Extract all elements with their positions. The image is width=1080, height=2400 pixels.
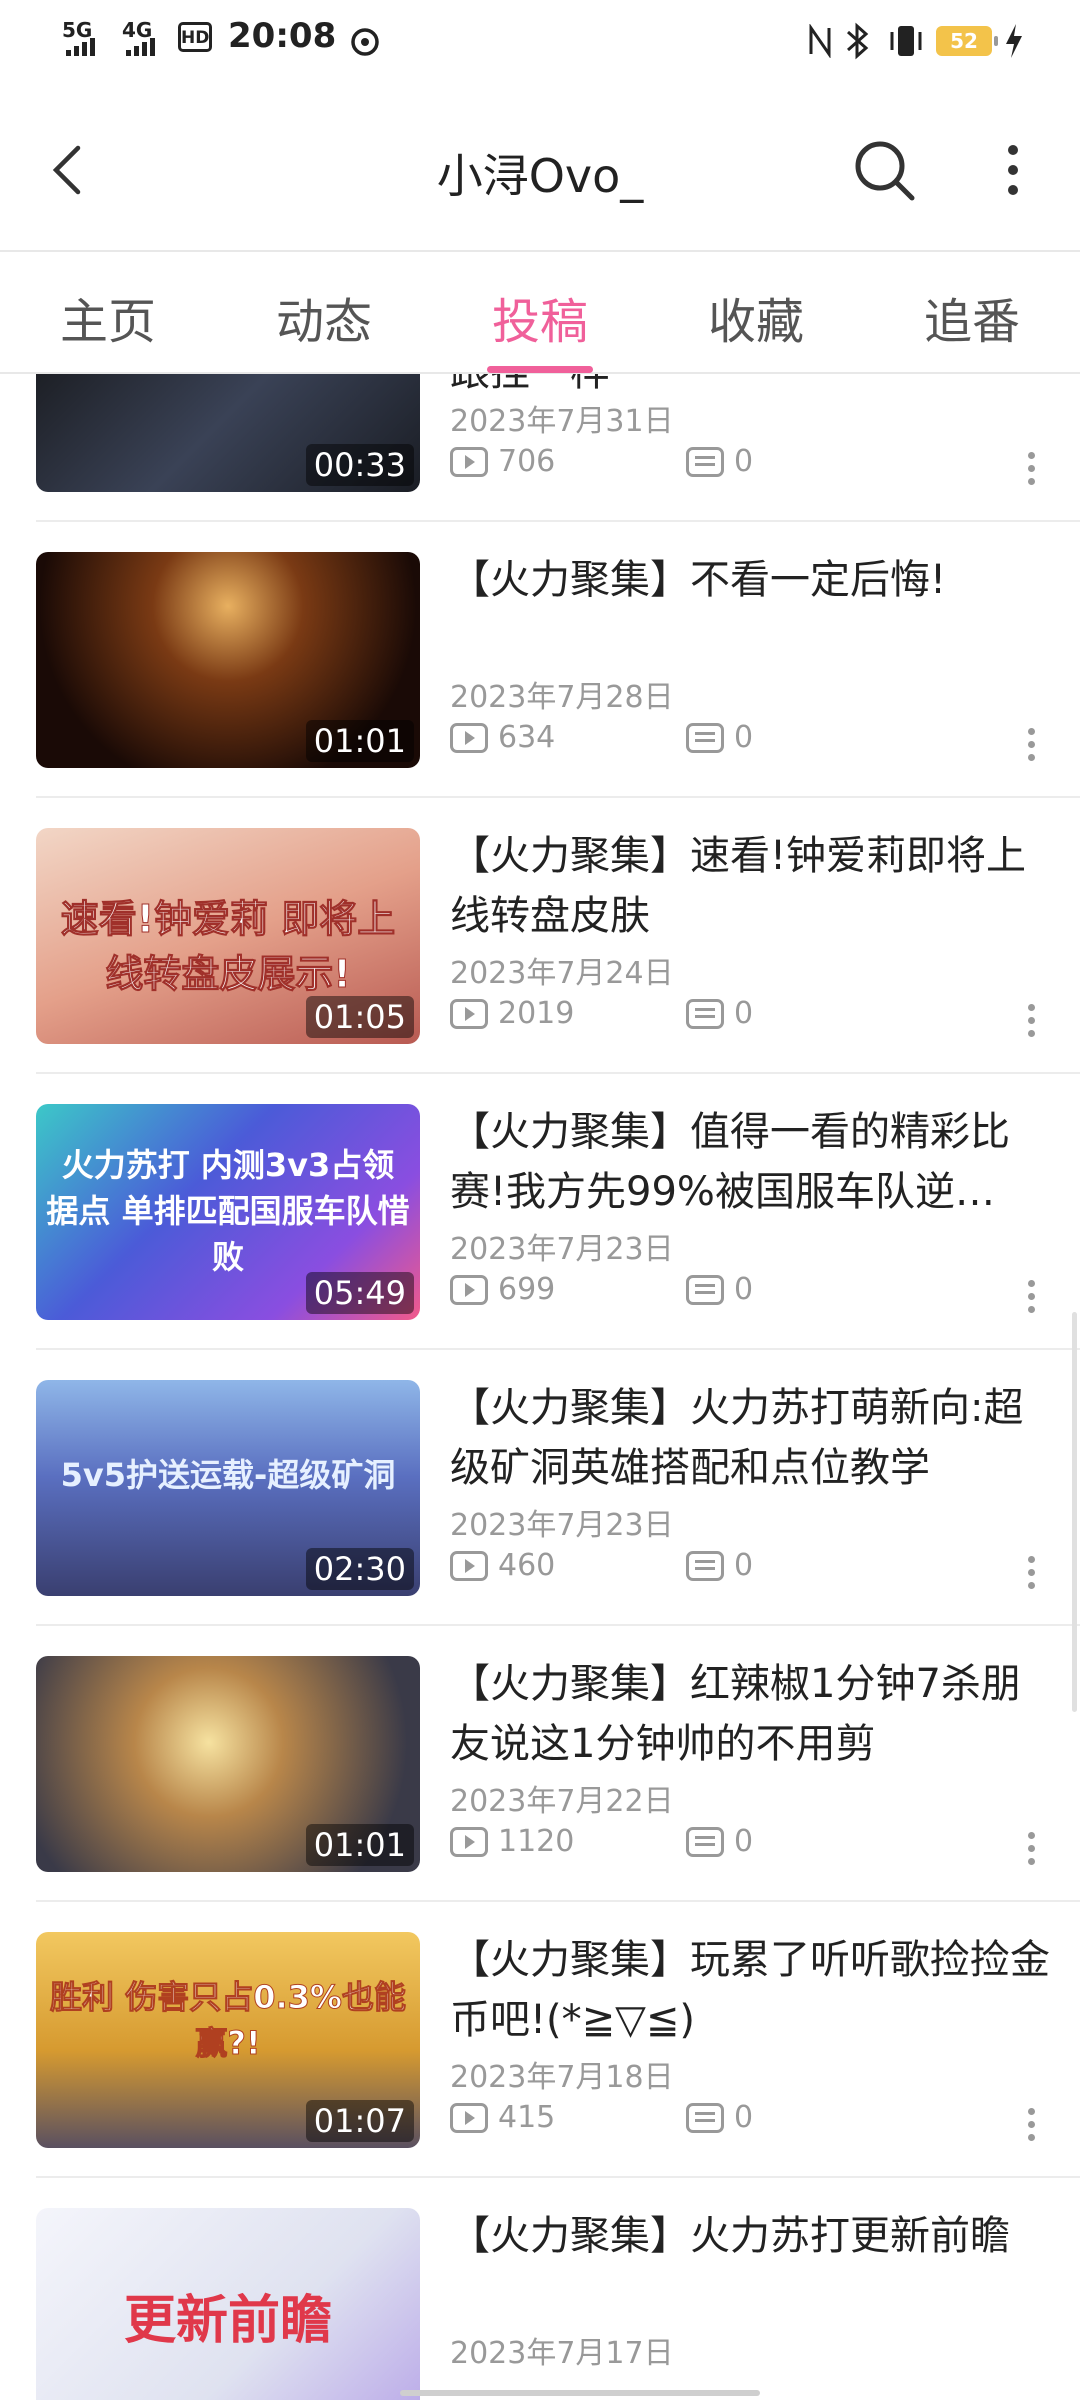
video-duration: 01:01 [305, 720, 414, 762]
list-item[interactable]: 速看!钟爱莉 即将上线转盘皮展示! 01:05 【火力聚集】速看!钟爱莉即将上线… [0, 798, 1080, 1074]
status-time: 20:08 [228, 16, 337, 56]
charging-icon [1006, 24, 1022, 58]
video-date: 2023年7月28日 [450, 680, 674, 715]
comment-count-icon [686, 1550, 724, 1581]
video-thumbnail[interactable]: 00:33 [36, 374, 420, 492]
bluetooth-icon [847, 22, 869, 60]
signal-bars-icon [126, 38, 155, 56]
list-item[interactable]: 00:33 跟挂一样 2023年7月31日 706 0 [0, 374, 1080, 522]
view-count: 460 [498, 1548, 556, 1583]
battery-indicator: 52 [936, 26, 998, 56]
tab-favorites[interactable]: 收藏 [676, 282, 836, 352]
video-date: 2023年7月23日 [450, 1232, 674, 1267]
video-duration: 05:49 [305, 1272, 414, 1314]
home-indicator[interactable] [400, 2390, 760, 2396]
search-icon[interactable] [850, 136, 920, 206]
item-more-icon[interactable] [1028, 728, 1036, 764]
video-title[interactable]: 【火力聚集】玩累了听听歌捡捡金币吧!(*≧▽≦) [450, 1930, 1050, 2050]
play-count-icon [450, 1826, 488, 1857]
comment-count: 0 [734, 1548, 754, 1583]
comment-count-icon [686, 1826, 724, 1857]
video-date: 2023年7月31日 [450, 404, 674, 439]
play-count-icon [450, 446, 488, 477]
tab-anime-follow[interactable]: 追番 [892, 282, 1052, 352]
comment-count: 0 [734, 720, 754, 755]
active-tab-indicator [487, 366, 593, 373]
sync-icon [351, 28, 379, 56]
video-date: 2023年7月23日 [450, 1508, 674, 1543]
play-count-icon [450, 998, 488, 1029]
tab-submissions[interactable]: 投稿 [460, 282, 620, 352]
top-app-bar: 小浔Ovo_ [0, 84, 1080, 252]
video-date: 2023年7月24日 [450, 956, 674, 991]
video-duration: 01:01 [305, 1824, 414, 1866]
hd-voice-icon: HD [178, 22, 212, 52]
video-thumbnail[interactable]: 更新前瞻 [36, 2208, 420, 2400]
video-title[interactable]: 【火力聚集】火力苏打萌新向:超级矿洞英雄搭配和点位教学 [450, 1378, 1050, 1498]
comment-count: 0 [734, 1272, 754, 1307]
item-more-icon[interactable] [1028, 1004, 1036, 1040]
comment-count-icon [686, 998, 724, 1029]
list-item[interactable]: 01:01 【火力聚集】不看一定后悔! 2023年7月28日 634 0 [0, 522, 1080, 798]
tab-home[interactable]: 主页 [28, 282, 188, 352]
comment-count: 0 [734, 996, 754, 1031]
video-date: 2023年7月22日 [450, 1784, 674, 1819]
view-count: 415 [498, 2100, 556, 2135]
play-count-icon [450, 1550, 488, 1581]
video-duration: 01:05 [305, 996, 414, 1038]
video-thumbnail[interactable]: 01:01 [36, 552, 420, 768]
video-thumbnail[interactable]: 01:01 [36, 1656, 420, 1872]
list-item[interactable]: 更新前瞻 【火力聚集】火力苏打更新前瞻 2023年7月17日 [0, 2178, 1080, 2400]
item-more-icon[interactable] [1028, 1280, 1036, 1316]
scrollbar[interactable] [1072, 1312, 1077, 1712]
video-duration: 01:07 [305, 2100, 414, 2142]
list-item[interactable]: 胜利 伤害只占0.3%也能赢?! 01:07 【火力聚集】玩累了听听歌捡捡金币吧… [0, 1902, 1080, 2178]
video-duration: 02:30 [305, 1548, 414, 1590]
vibrate-icon [890, 26, 922, 56]
view-count: 699 [498, 1272, 556, 1307]
item-more-icon[interactable] [1028, 452, 1036, 488]
comment-count-icon [686, 446, 724, 477]
video-thumbnail[interactable]: 速看!钟爱莉 即将上线转盘皮展示! 01:05 [36, 828, 420, 1044]
item-more-icon[interactable] [1028, 2108, 1036, 2144]
comment-count-icon [686, 722, 724, 753]
video-title[interactable]: 【火力聚集】红辣椒1分钟7杀朋友说这1分钟帅的不用剪 [450, 1654, 1050, 1774]
comment-count: 0 [734, 2100, 754, 2135]
status-bar: 5G 4G HD 20:08 52 [0, 0, 1080, 84]
video-title[interactable]: 【火力聚集】不看一定后悔! [450, 550, 1050, 670]
more-vertical-icon[interactable] [998, 140, 1028, 200]
comment-count: 0 [734, 444, 754, 479]
nfc-icon [809, 24, 831, 58]
video-title[interactable]: 【火力聚集】速看!钟爱莉即将上线转盘皮肤 [450, 826, 1050, 946]
list-item[interactable]: 5v5护送运载-超级矿洞 02:30 【火力聚集】火力苏打萌新向:超级矿洞英雄搭… [0, 1350, 1080, 1626]
play-count-icon [450, 1274, 488, 1305]
tab-dynamics[interactable]: 动态 [244, 282, 404, 352]
view-count: 1120 [498, 1824, 575, 1859]
play-count-icon [450, 2102, 488, 2133]
list-item[interactable]: 01:01 【火力聚集】红辣椒1分钟7杀朋友说这1分钟帅的不用剪 2023年7月… [0, 1626, 1080, 1902]
comment-count-icon [686, 2102, 724, 2133]
comment-count-icon [686, 1274, 724, 1305]
view-count: 706 [498, 444, 556, 479]
video-title[interactable]: 【火力聚集】火力苏打更新前瞻 [450, 2206, 1050, 2326]
video-duration: 00:33 [305, 444, 414, 486]
item-more-icon[interactable] [1028, 1832, 1036, 1868]
video-date: 2023年7月17日 [450, 2336, 674, 2371]
signal-bars-icon [66, 38, 95, 56]
video-thumbnail[interactable]: 火力苏打 内测3v3占领据点 单排匹配国服车队惜败 05:49 [36, 1104, 420, 1320]
video-thumbnail[interactable]: 5v5护送运载-超级矿洞 02:30 [36, 1380, 420, 1596]
list-item[interactable]: 火力苏打 内测3v3占领据点 单排匹配国服车队惜败 05:49 【火力聚集】值得… [0, 1074, 1080, 1350]
video-list: 00:33 跟挂一样 2023年7月31日 706 0 01:01 【火力聚集】… [0, 374, 1080, 2400]
video-date: 2023年7月18日 [450, 2060, 674, 2095]
profile-tabs: 主页 动态 投稿 收藏 追番 [0, 252, 1080, 374]
video-thumbnail[interactable]: 胜利 伤害只占0.3%也能赢?! 01:07 [36, 1932, 420, 2148]
video-title[interactable]: 【火力聚集】值得一看的精彩比赛!我方先99%被国服车队逆… [450, 1102, 1050, 1222]
view-count: 634 [498, 720, 556, 755]
view-count: 2019 [498, 996, 575, 1031]
comment-count: 0 [734, 1824, 754, 1859]
play-count-icon [450, 722, 488, 753]
item-more-icon[interactable] [1028, 1556, 1036, 1592]
